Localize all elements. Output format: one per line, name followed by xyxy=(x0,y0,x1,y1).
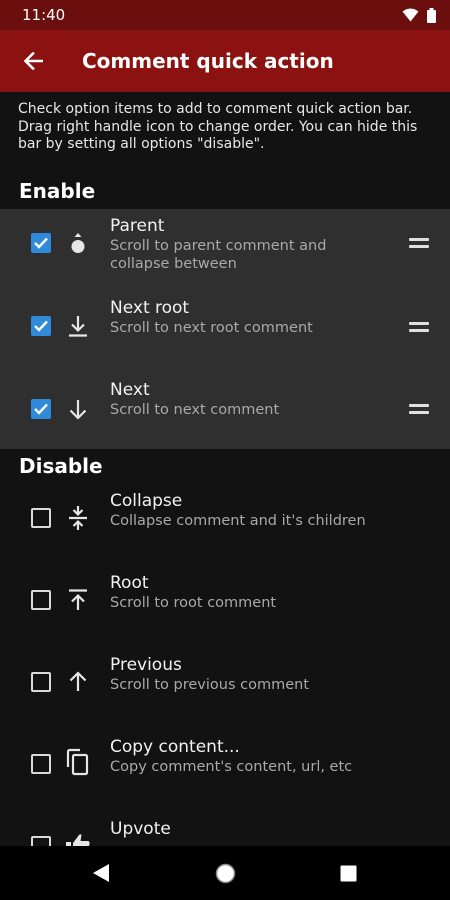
section-enable-header: Enable xyxy=(19,179,96,203)
checkbox-parent[interactable] xyxy=(31,233,51,253)
checkbox-copy-content[interactable] xyxy=(31,754,51,774)
item-title: Copy content... xyxy=(110,737,240,757)
item-title: Next root xyxy=(110,298,190,318)
list-item-root[interactable]: Root Scroll to root comment xyxy=(0,566,450,648)
item-title: Previous xyxy=(110,655,182,675)
status-time: 11:40 xyxy=(22,6,66,24)
intro-text: Check option items to add to comment qui… xyxy=(18,101,418,152)
nav-back-button[interactable] xyxy=(92,863,110,883)
item-title: Collapse xyxy=(110,491,183,511)
battery-icon xyxy=(427,7,436,23)
triangle-back-icon xyxy=(93,864,109,882)
parent-scroll-icon xyxy=(64,229,92,257)
checkbox-root[interactable] xyxy=(31,590,51,610)
status-bar: 11:40 xyxy=(0,0,450,30)
item-title: Root xyxy=(110,573,149,593)
list-item-previous[interactable]: Previous Scroll to previous comment xyxy=(0,648,450,730)
enabled-list: Parent Scroll to parent comment and coll… xyxy=(0,209,450,449)
nav-recents-button[interactable] xyxy=(340,865,357,882)
drag-handle-icon[interactable] xyxy=(409,404,429,414)
section-disable-header: Disable xyxy=(19,454,103,478)
checkbox-next-root[interactable] xyxy=(31,316,51,336)
list-item-next-root[interactable]: Next root Scroll to next root comment xyxy=(0,291,450,373)
navigation-bar xyxy=(0,846,450,900)
item-subtitle: Scroll to root comment xyxy=(110,595,277,611)
item-subtitle: Scroll to next comment xyxy=(110,402,280,418)
list-item-copy-content[interactable]: Copy content... Copy comment's content, … xyxy=(0,730,450,812)
square-recents-icon xyxy=(340,865,357,882)
arrow-down-to-bar-icon xyxy=(64,312,92,340)
item-title: Upvote xyxy=(110,819,171,839)
item-title: Next xyxy=(110,380,150,400)
settings-content[interactable]: Check option items to add to comment qui… xyxy=(0,92,450,846)
item-subtitle: Scroll to previous comment xyxy=(110,677,310,693)
page-title: Comment quick action xyxy=(82,49,334,73)
checkbox-next[interactable] xyxy=(31,399,51,419)
arrow-up-to-bar-icon xyxy=(64,586,92,614)
checkmark-icon xyxy=(34,403,48,415)
list-item-upvote[interactable]: Upvote xyxy=(0,812,450,846)
status-icons xyxy=(402,7,436,23)
checkbox-collapse[interactable] xyxy=(31,508,51,528)
checkbox-previous[interactable] xyxy=(31,672,51,692)
drag-handle-icon[interactable] xyxy=(409,238,429,248)
list-item-next[interactable]: Next Scroll to next comment xyxy=(0,373,450,449)
arrow-down-icon xyxy=(64,395,92,423)
checkmark-icon xyxy=(34,237,48,249)
item-subtitle: Scroll to next root comment xyxy=(110,320,313,336)
arrow-back-icon xyxy=(23,52,43,70)
item-subtitle: Copy comment's content, url, etc xyxy=(110,759,353,775)
drag-handle-icon[interactable] xyxy=(409,322,429,332)
item-title: Parent xyxy=(110,216,165,236)
checkmark-icon xyxy=(34,320,48,332)
back-button[interactable] xyxy=(0,30,66,92)
checkbox-upvote[interactable] xyxy=(31,836,51,846)
wifi-icon xyxy=(402,8,419,22)
circle-home-icon xyxy=(215,863,236,884)
app-bar: Comment quick action xyxy=(0,30,450,92)
list-item-collapse[interactable]: Collapse Collapse comment and it's child… xyxy=(0,484,450,566)
collapse-icon xyxy=(64,504,92,532)
copy-icon xyxy=(64,748,92,776)
item-subtitle: Scroll to parent comment and collapse be… xyxy=(110,238,327,272)
arrow-up-icon xyxy=(64,668,92,696)
list-item-parent[interactable]: Parent Scroll to parent comment and coll… xyxy=(0,209,450,291)
thumbs-up-icon xyxy=(64,830,92,846)
item-subtitle: Collapse comment and it's children xyxy=(110,513,366,529)
nav-home-button[interactable] xyxy=(215,863,236,884)
